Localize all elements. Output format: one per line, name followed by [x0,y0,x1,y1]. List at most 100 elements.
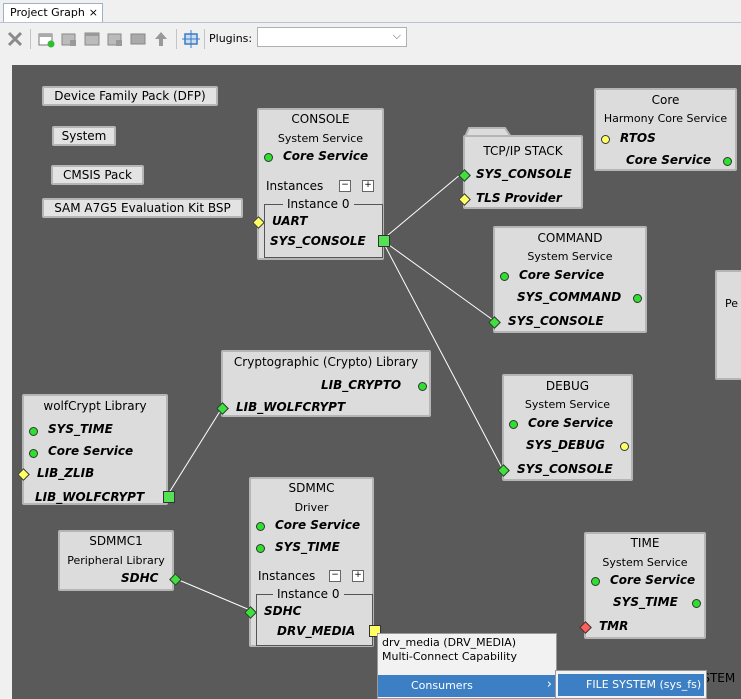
toolbar-separator [30,29,31,49]
instance-label: Instance 0 [273,587,344,601]
port-sys-time: SYS_TIME [613,595,678,609]
port-core-service: Core Service [275,518,361,532]
node-subtitle: System Service [277,132,364,145]
node-title: CONSOLE [291,112,350,126]
wolfcrypt-library-node[interactable]: wolfCrypt Library SYS_TIME Core Service … [17,394,175,505]
port-connector[interactable] [591,577,600,586]
port-connector[interactable] [418,382,427,391]
port-rtos: RTOS [620,131,656,145]
cmsis-pack-button[interactable]: CMSIS Pack [51,165,144,185]
consumers-submenu: FILE SYSTEM (sys_fs) [555,670,707,699]
port-tls-provider: TLS Provider [476,191,562,205]
port-connector[interactable] [29,427,38,436]
port-sys-console: SYS_CONSOLE [517,462,613,476]
ungroup-icon[interactable] [105,29,125,49]
graph-canvas[interactable]: Device Family Pack (DFP) System CMSIS Pa… [12,65,741,699]
add-instance-button[interactable]: + [352,570,364,582]
node-title: SDMMC [288,481,335,495]
node-title: TIME [630,536,660,550]
node-subtitle: Peripheral Library [67,554,165,567]
port-connector[interactable] [509,420,518,429]
port-core-service: Core Service [48,444,134,458]
toolbar-separator [204,29,205,49]
port-sys-command: SYS_COMMAND [517,290,622,304]
node-title: Core [651,93,680,107]
node-title: COMMAND [537,231,603,245]
collapse-instances-button[interactable]: − [339,180,351,192]
file-system-menu-item[interactable]: FILE SYSTEM (sys_fs) [558,674,704,696]
close-icon[interactable]: × [89,4,98,22]
time-node[interactable]: TIME System Service Core Service SYS_TIM… [579,532,706,639]
instances-label: Instances [266,179,324,193]
port-core-service: Core Service [283,149,369,163]
system-button[interactable]: System [52,126,116,146]
port-connector[interactable] [256,522,265,531]
bsp-button[interactable]: SAM A7G5 Evaluation Kit BSP [42,198,243,218]
port-connector[interactable] [692,599,701,608]
port-uart: UART [272,214,308,228]
command-node[interactable]: COMMAND System Service Core Service SYS_… [488,226,647,333]
group-icon[interactable] [82,29,102,49]
instances-label: Instances [258,569,316,583]
port-connector[interactable] [378,235,390,247]
node-title: TCP/IP STACK [483,144,563,158]
remove-icon[interactable] [5,29,25,49]
port-lib-crypto: LIB_CRYPTO [321,378,402,392]
consumers-menu-item[interactable]: Consumers › [378,675,556,697]
port-core-service: Core Service [528,416,614,430]
add-instance-button[interactable]: + [362,180,374,192]
node-subtitle: Driver [294,501,329,514]
instance-box [256,594,373,646]
add-group-icon[interactable] [59,29,79,49]
crypto-library-node[interactable]: Cryptographic (Crypto) Library LIB_CRYPT… [216,350,431,417]
port-lib-wolfcrypt: LIB_WOLFCRYPT [35,490,145,504]
node-subtitle: Harmony Core Service [603,112,728,125]
collapse-icon[interactable] [128,29,148,49]
tab-label: Project Graph [10,6,85,19]
core-node[interactable]: Core Harmony Core Service RTOS Core Serv… [594,88,737,171]
device-family-pack-button[interactable]: Device Family Pack (DFP) [42,86,218,106]
port-connector[interactable] [500,272,509,281]
port-connector[interactable] [264,153,273,162]
sdmmc1-node[interactable]: SDMMC1 Peripheral Library SDHC [58,530,182,591]
port-lib-wolfcrypt: LIB_WOLFCRYPT [236,400,346,414]
port-sys-console: SYS_CONSOLE [476,167,572,181]
fit-view-icon[interactable] [181,29,201,49]
port-core-service: Core Service [610,573,696,587]
port-connector[interactable] [723,157,732,166]
port-sys-time: SYS_TIME [275,540,340,554]
port-connector[interactable] [633,294,642,303]
tab-project-graph[interactable]: Project Graph × [3,3,103,22]
port-connector[interactable] [620,442,629,451]
debug-node[interactable]: DEBUG System Service Core Service SYS_DE… [497,374,633,481]
plugins-label: Plugins: [209,32,253,45]
instance-box [264,204,383,258]
plugins-dropdown[interactable]: ⌵ [257,27,407,47]
chevron-right-icon: › [546,677,552,692]
node-title: SDMMC1 [89,534,143,548]
port-sys-time: SYS_TIME [48,422,113,436]
move-up-icon[interactable] [151,29,171,49]
node-subtitle: System Service [602,556,688,569]
tab-bar: Project Graph × [0,0,741,23]
context-popup: drv_media (DRV_MEDIA) Multi-Connect Capa… [377,633,557,699]
toolbar: Plugins: ⌵ [0,24,741,54]
popup-port-name: drv_media (DRV_MEDIA) [382,636,517,649]
port-connector[interactable] [29,449,38,458]
console-node[interactable]: CONSOLE System Service Core Service Inst… [252,108,390,260]
port-drv-media: DRV_MEDIA [277,624,356,638]
sdmmc-driver-node[interactable]: SDMMC Driver Core Service SYS_TIME Insta… [244,477,381,647]
tcpip-stack-node[interactable]: TCP/IP STACK SYS_CONSOLE TLS Provider [458,135,583,209]
port-core-service: Core Service [626,153,712,167]
popup-capability: Multi-Connect Capability [382,650,517,663]
node-title: wolfCrypt Library [43,399,147,413]
port-connector[interactable] [163,491,175,503]
partial-node[interactable]: Pe [715,270,741,380]
port-sys-console: SYS_CONSOLE [270,234,366,248]
collapse-instances-button[interactable]: − [329,570,341,582]
add-component-icon[interactable] [36,29,56,49]
node-subtitle: System Service [524,398,611,411]
port-connector[interactable] [601,135,610,144]
port-connector[interactable] [256,544,265,553]
node-subtitle: System Service [527,250,613,263]
